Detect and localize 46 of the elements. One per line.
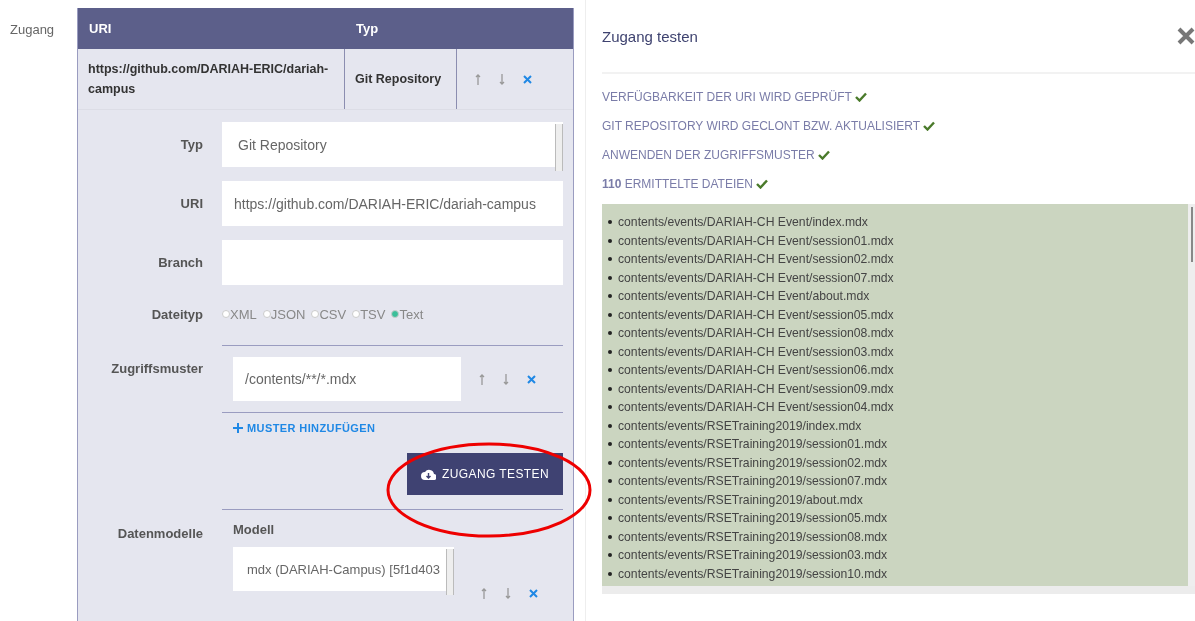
file-path: contents/events/DARIAH-CH Event/about.mdx bbox=[618, 289, 870, 304]
file-path: contents/events/RSETraining2019/session10.mdx bbox=[618, 566, 888, 581]
column-header: URI bbox=[88, 21, 113, 36]
column-header: Typ bbox=[355, 21, 380, 36]
uri-field[interactable]: https://github.com/DARIAH-ERIC/dariah-campus bbox=[222, 181, 563, 226]
file-path: contents/events/DARIAH-CH Event/session03.mdx bbox=[618, 344, 894, 359]
file-path: contents/events/RSETraining2019/session02.mdx bbox=[618, 455, 888, 470]
step-text: VERFÜGBARKEIT DER URI WIRD GEPRÜFT bbox=[602, 89, 852, 104]
file-type-radio[interactable]: XML bbox=[222, 306, 257, 322]
column-header: Modell bbox=[232, 521, 275, 539]
file-type-radio[interactable]: TSV bbox=[352, 306, 386, 322]
file-path: contents/events/DARIAH-CH Event/session02.mdx bbox=[618, 252, 894, 267]
file-path: contents/events/DARIAH-CH Event/session07.mdx bbox=[618, 270, 894, 285]
table-cell-text: Git Repository bbox=[355, 71, 442, 88]
file-type-radio[interactable]: JSON bbox=[262, 306, 306, 322]
file-path: contents/events/DARIAH-CH Event/session04.mdx bbox=[618, 400, 894, 415]
field-label: Branch bbox=[157, 255, 203, 270]
field-label: Datenmodelle bbox=[116, 525, 203, 541]
add-pattern-link[interactable]: MUSTER HINZUFÜGEN bbox=[233, 422, 376, 434]
table-cell-text: https://github.com/DARIAH-ERIC/dariah-campus bbox=[88, 61, 330, 98]
file-type-radio[interactable]: CSV bbox=[311, 306, 347, 322]
file-path: contents/events/RSETraining2019/session05.mdx bbox=[618, 511, 888, 526]
file-path: contents/events/DARIAH-CH Event/session05.mdx bbox=[618, 307, 894, 322]
file-path: contents/events/RSETraining2019/session03.mdx bbox=[618, 548, 888, 563]
file-path: contents/events/DARIAH-CH Event/session06.mdx bbox=[618, 363, 894, 378]
file-path: contents/events/RSETraining2019/index.mdx bbox=[618, 418, 862, 433]
field-label: Dateityp bbox=[150, 306, 203, 322]
test-access-button[interactable]: ZUGANG TESTEN bbox=[407, 453, 563, 495]
step-text: 110 ERMITTELTE DATEIEN bbox=[602, 176, 753, 191]
file-path: contents/events/RSETraining2019/session07.mdx bbox=[618, 474, 888, 489]
file-path: contents/events/RSETraining2019/session08.mdx bbox=[618, 529, 888, 544]
file-type-radio[interactable]: Text bbox=[391, 306, 424, 322]
file-path: contents/events/RSETraining2019/session01.mdx bbox=[618, 437, 888, 452]
file-path: contents/events/RSETraining2019/about.mdx bbox=[618, 492, 863, 507]
section-label: Zugang bbox=[9, 21, 56, 39]
file-path: contents/events/DARIAH-CH Event/index.mdx bbox=[618, 215, 868, 230]
field-label: Zugriffsmuster bbox=[110, 360, 203, 376]
pattern-field[interactable]: /contents/**/*.mdx bbox=[233, 357, 461, 401]
step-text: GIT REPOSITORY WIRD GECLONT BZW. AKTUALISIERT bbox=[602, 118, 921, 133]
file-path: contents/events/DARIAH-CH Event/session08.mdx bbox=[618, 326, 894, 341]
file-path: contents/events/DARIAH-CH Event/session09.mdx bbox=[618, 381, 894, 396]
file-path: contents/events/DARIAH-CH Event/session01.mdx bbox=[618, 233, 894, 248]
field-label: Typ bbox=[179, 137, 203, 152]
dialog-title: Zugang testen bbox=[602, 27, 699, 45]
field-label: URI bbox=[179, 196, 203, 211]
step-text: ANWENDEN DER ZUGRIFFSMUSTER bbox=[602, 147, 815, 162]
